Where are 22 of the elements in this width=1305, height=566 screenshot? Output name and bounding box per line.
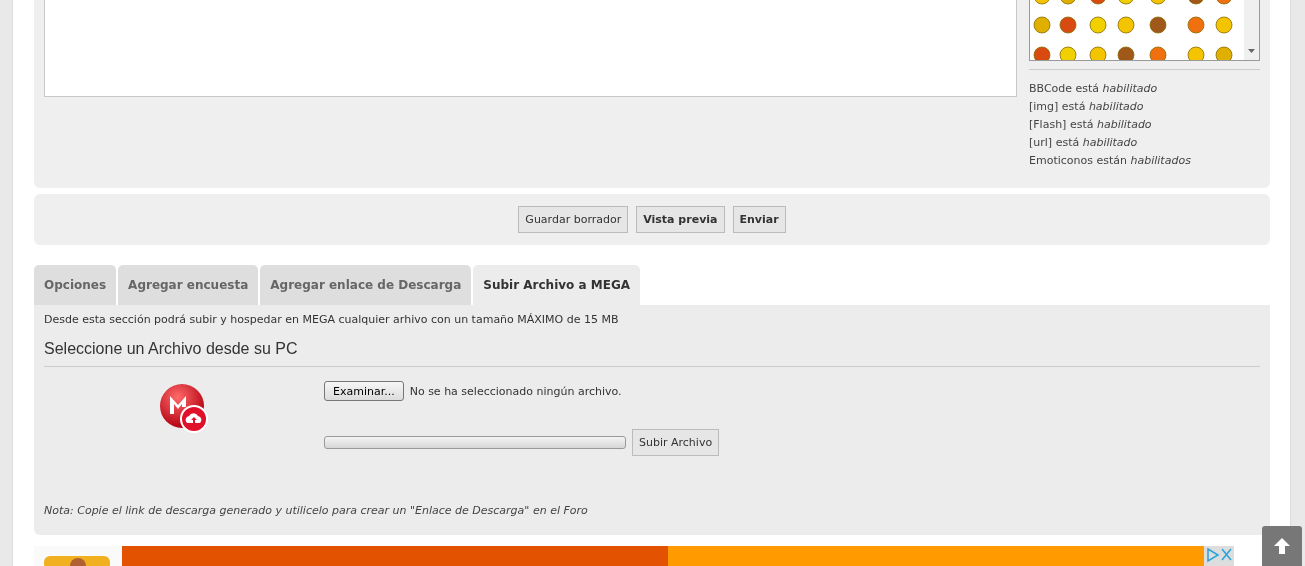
tab[interactable]: Agregar enlace de Descarga xyxy=(260,265,472,306)
bbcode-status: [url] está habilitado xyxy=(1029,135,1139,151)
tab[interactable]: Agregar encuesta xyxy=(118,265,259,306)
form-button[interactable]: Enviar xyxy=(732,206,786,234)
form-button[interactable]: Vista previa xyxy=(636,206,725,234)
bbcode-status: BBCode está habilitado xyxy=(1029,81,1159,97)
tab[interactable]: Subir Archivo a MEGA xyxy=(473,265,641,306)
scroll-to-top-button[interactable] xyxy=(1262,526,1302,566)
bbcode-status: Emoticonos están habilitados xyxy=(1029,153,1192,169)
bbcode-status: [img] está habilitado xyxy=(1029,99,1145,115)
browse-button[interactable]: Examinar... xyxy=(324,381,404,402)
cloud-upload-logo-icon xyxy=(159,383,209,434)
section-heading: Seleccione un Archivo desde su PC xyxy=(44,340,1260,368)
bbcode-status: [Flash] está habilitado xyxy=(1029,117,1153,133)
intro-text: Desde esta sección podrá subir y hospedar en MEGA cualquier arhivo con un tamaño MÁXIMO de 15 MB xyxy=(44,313,620,327)
file-status: No se ha seleccionado ningún archivo. xyxy=(409,384,622,398)
form-button[interactable]: Guardar borrador xyxy=(518,206,629,234)
tab[interactable]: Opciones xyxy=(34,265,117,306)
note-text: Nota: Copie el link de descarga generado y utilicelo para crear un "Enlace de Descarga" en el Foro xyxy=(44,504,589,519)
arrow-up-icon xyxy=(1273,537,1291,555)
scrollbar-icon[interactable] xyxy=(1244,0,1259,60)
upload-button[interactable]: Subir Archivo xyxy=(632,429,720,457)
